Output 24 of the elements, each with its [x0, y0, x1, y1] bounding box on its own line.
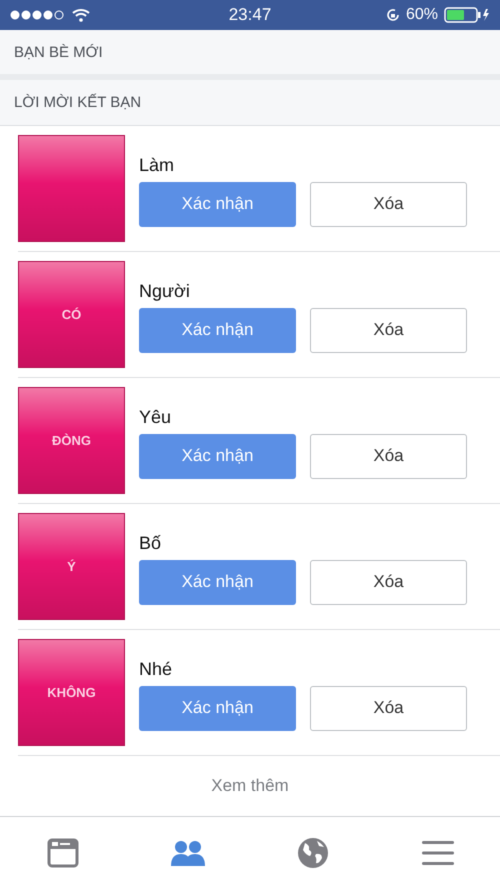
menu-icon: [420, 840, 454, 866]
avatar-tile[interactable]: [18, 135, 125, 242]
delete-button[interactable]: Xóa: [310, 434, 467, 478]
friend-name[interactable]: Người: [139, 280, 467, 302]
wifi-icon: [72, 8, 90, 22]
see-more-link[interactable]: Xem thêm: [203, 772, 297, 800]
friend-name[interactable]: Yêu: [139, 406, 467, 428]
friend-name[interactable]: Làm: [139, 154, 467, 176]
delete-button[interactable]: Xóa: [310, 308, 467, 352]
battery-icon: [444, 7, 490, 23]
delete-button[interactable]: Xóa: [310, 560, 467, 604]
friend-name[interactable]: Nhé: [139, 658, 467, 680]
friend-name[interactable]: Bố: [139, 532, 467, 554]
delete-button[interactable]: Xóa: [310, 182, 467, 226]
signal-icon: [10, 10, 64, 20]
section-title: BẠN BÈ MỚI: [14, 44, 103, 60]
people-icon: [170, 838, 206, 866]
section-title: LỜI MỜI KẾT BẠN: [14, 94, 142, 111]
globe-icon: [296, 836, 328, 868]
rotation-lock-icon: [386, 8, 400, 22]
status-time: 23:47: [228, 5, 272, 25]
battery-percent: 60%: [406, 6, 438, 24]
news-feed-icon: [46, 838, 78, 868]
delete-button[interactable]: Xóa: [310, 686, 467, 730]
